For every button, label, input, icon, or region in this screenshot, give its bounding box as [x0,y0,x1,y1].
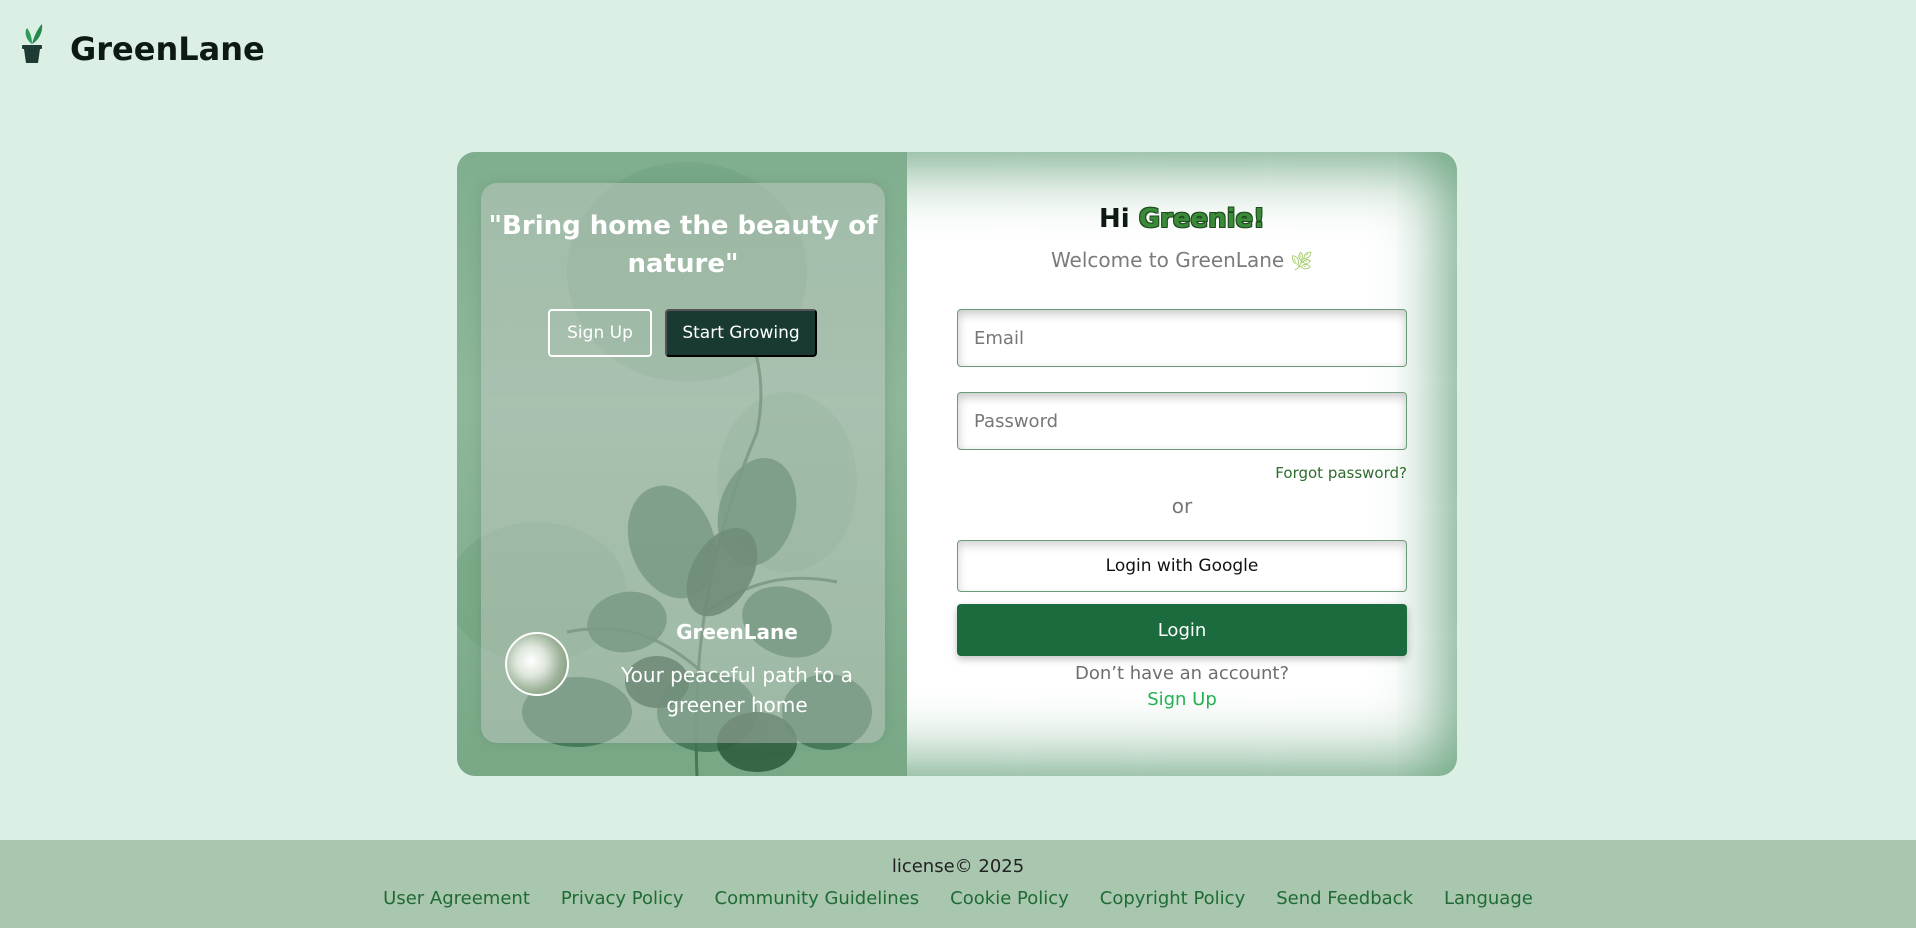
leaf-sprig-icon: 🌿︎ [1290,251,1314,272]
potted-plant-icon[interactable] [20,22,44,64]
signup-button[interactable]: Sign Up [548,309,652,357]
login-card: "Bring home the beauty of nature" Sign U… [457,152,1457,776]
footer-link-user-agreement[interactable]: User Agreement [383,888,530,909]
footer-link-copyright-policy[interactable]: Copyright Policy [1100,888,1245,909]
email-field[interactable] [957,309,1407,367]
footer-link-send-feedback[interactable]: Send Feedback [1276,888,1413,909]
panel-brand-name: GreenLane [676,620,798,644]
license-text: license© 2025 [891,856,1025,877]
footer: license© 2025 User Agreement Privacy Pol… [0,840,1916,928]
footer-links: User Agreement Privacy Policy Community … [0,888,1916,909]
footer-link-privacy-policy[interactable]: Privacy Policy [561,888,684,909]
footer-link-community-guidelines[interactable]: Community Guidelines [715,888,920,909]
greeting-prefix: Hi [1098,204,1139,234]
greeting-heading: Hi Greenie! [907,204,1457,234]
welcome-label: Welcome to GreenLane [1050,248,1285,272]
password-field[interactable] [957,392,1407,450]
panel-tagline: Your peaceful path to a greener home [621,663,853,717]
or-divider: or [1171,494,1193,518]
start-growing-button[interactable]: Start Growing [665,309,817,357]
signup-link[interactable]: Sign Up [907,689,1457,710]
top-header: GreenLane [0,0,1916,100]
forgot-password-link[interactable]: Forgot password? [1157,464,1407,482]
greeting-accent: Greenie! [1138,204,1266,234]
promo-quote: "Bring home the beauty of nature" [488,211,878,279]
footer-link-language[interactable]: Language [1444,888,1533,909]
no-account-text: Don’t have an account? [1074,663,1290,684]
brand-title[interactable]: GreenLane [70,30,265,68]
footer-link-cookie-policy[interactable]: Cookie Policy [950,888,1069,909]
welcome-text: Welcome to GreenLane 🌿︎ [907,248,1457,272]
promo-panel: "Bring home the beauty of nature" Sign U… [457,152,907,776]
login-button[interactable]: Login [957,604,1407,656]
avatar [505,632,569,696]
google-login-button[interactable]: Login with Google [957,540,1407,592]
